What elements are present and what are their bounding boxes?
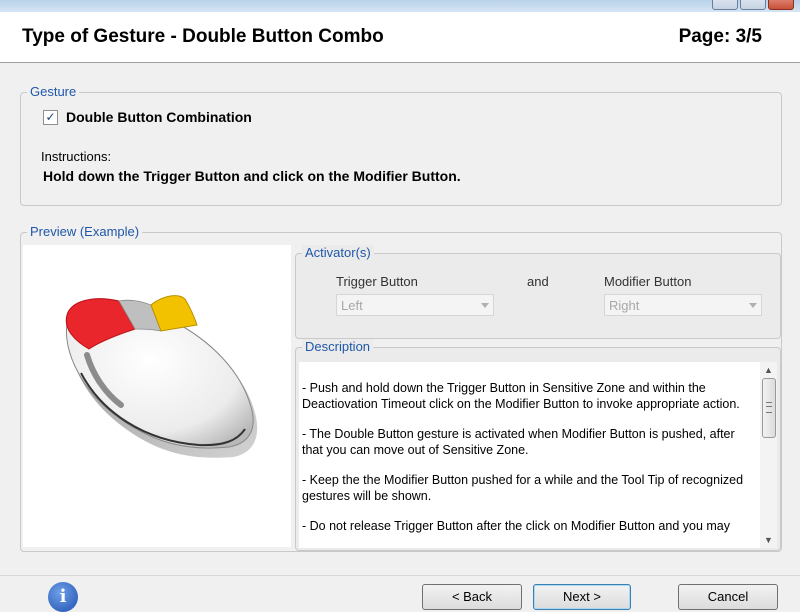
back-button[interactable]: < Back [422, 584, 522, 610]
description-scrollbar[interactable]: ▲ ▼ [760, 362, 777, 548]
description-text-area[interactable]: - Push and hold down the Trigger Button … [299, 362, 777, 548]
scroll-down-icon[interactable]: ▼ [760, 532, 777, 548]
preview-group: Preview (Example) Activator(s) Trigger B… [20, 224, 782, 552]
instructions-label: Instructions: [41, 149, 112, 164]
next-button[interactable]: Next > [533, 584, 631, 610]
description-legend: Description [302, 339, 374, 354]
footer-separator [0, 575, 800, 576]
cancel-button[interactable]: Cancel [678, 584, 778, 610]
description-paragraph: - Push and hold down the Trigger Button … [302, 381, 740, 411]
wizard-header: Type of Gesture - Double Button Combo Pa… [0, 12, 800, 63]
trigger-button-value: Left [341, 298, 363, 313]
modifier-button-select[interactable]: Right [604, 294, 762, 316]
double-button-checkbox[interactable]: ✓ [43, 109, 58, 125]
page-indicator: Page: 3/5 [678, 26, 762, 47]
checkbox-label[interactable]: Double Button Combination [66, 109, 252, 125]
gesture-group: Gesture ✓ Double Button Combination Inst… [20, 84, 782, 206]
description-text: - Push and hold down the Trigger Button … [302, 380, 754, 548]
description-paragraph: - Keep the the Modifier Button pushed fo… [302, 473, 744, 503]
trigger-button-label: Trigger Button [336, 274, 418, 289]
close-icon[interactable] [768, 0, 794, 10]
scroll-thumb[interactable] [762, 378, 776, 438]
and-label: and [527, 274, 549, 289]
modifier-button-value: Right [609, 298, 640, 313]
double-button-checkbox-row[interactable]: ✓ Double Button Combination [43, 109, 252, 125]
trigger-button-select[interactable]: Left [336, 294, 494, 316]
preview-legend: Preview (Example) [27, 224, 143, 239]
chevron-down-icon [749, 303, 757, 308]
description-paragraph: - Do not release Trigger Button after th… [302, 519, 730, 533]
instructions-text: Hold down the Trigger Button and click o… [43, 168, 461, 184]
description-group: Description - Push and hold down the Tri… [295, 339, 781, 551]
maximize-icon[interactable] [740, 0, 766, 10]
mouse-preview-image [23, 245, 291, 547]
activators-legend: Activator(s) [302, 245, 374, 260]
activators-group: Activator(s) Trigger Button and Modifier… [295, 245, 781, 339]
scroll-up-icon[interactable]: ▲ [760, 362, 777, 378]
info-icon[interactable]: i [48, 582, 78, 612]
description-paragraph: - The Double Button gesture is activated… [302, 427, 735, 457]
mouse-illustration [65, 295, 258, 458]
page-title: Type of Gesture - Double Button Combo [22, 26, 384, 47]
modifier-button-label: Modifier Button [604, 274, 692, 289]
gesture-legend: Gesture [27, 84, 80, 99]
minimize-icon[interactable] [712, 0, 738, 10]
chevron-down-icon [481, 303, 489, 308]
